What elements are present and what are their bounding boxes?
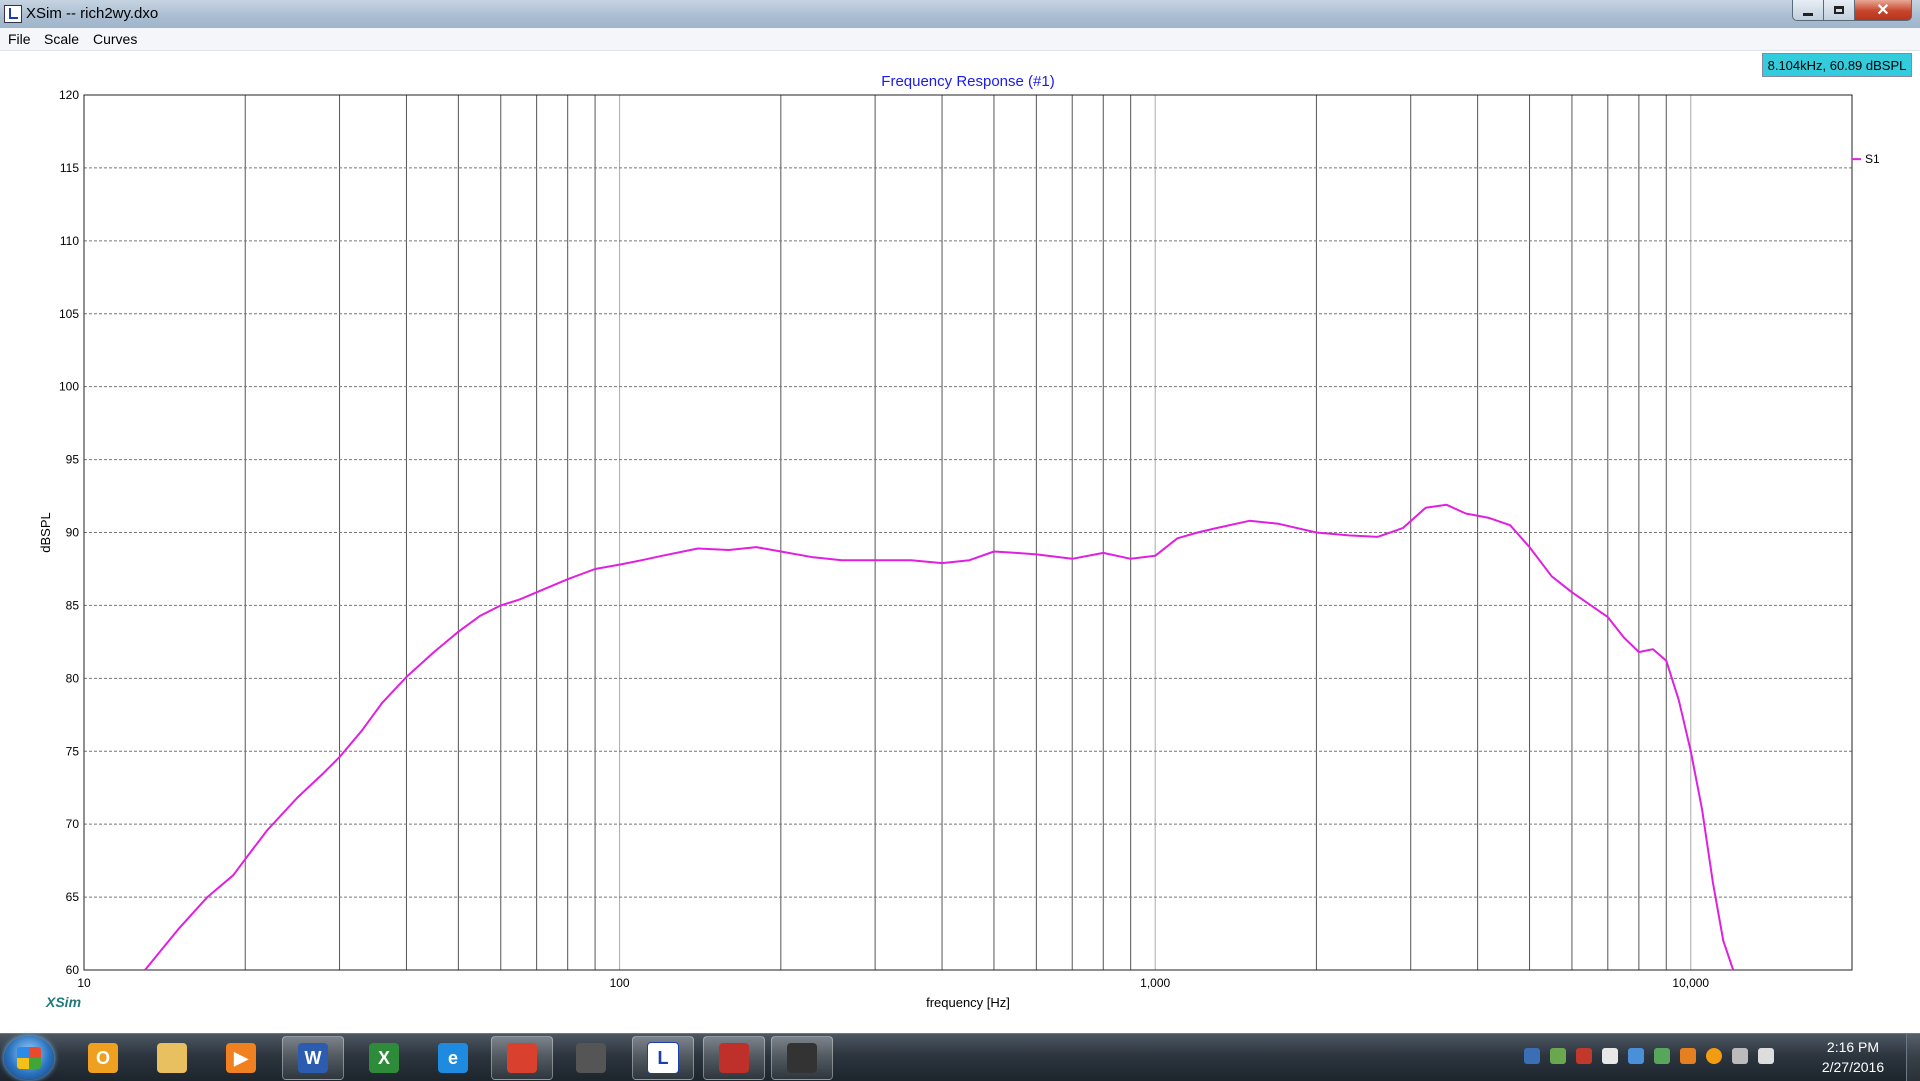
y-tick-label: 80	[66, 671, 80, 685]
taskbar: O ▶ W Xe L 2:16 PM 2/27/2016	[0, 1033, 1920, 1081]
series-line-S1	[144, 503, 1735, 971]
x-tick-label: 10	[77, 976, 91, 990]
plot-area[interactable]: 60 65 70 75 80 85 90 95 100 105 110 115 120 10 100 1,00…	[0, 51, 1920, 1033]
x-tick-label: 100	[610, 976, 630, 990]
action-center-flag-icon[interactable]	[1602, 1048, 1618, 1064]
taskbar-red-app-button[interactable]	[703, 1036, 765, 1080]
xsim-app-icon[interactable]	[4, 5, 22, 23]
chart-title: Frequency Response (#1)	[881, 73, 1054, 90]
minimize-button[interactable]	[1792, 0, 1824, 21]
y-tick-label: 115	[60, 161, 79, 175]
clock-time[interactable]: 2:16 PM	[1808, 1039, 1898, 1055]
y-tick-label: 110	[60, 234, 79, 248]
menu-curves[interactable]: Curves	[93, 31, 137, 47]
taskbar-excel-button[interactable]: X	[353, 1036, 415, 1080]
tray-green-icon[interactable]	[1654, 1048, 1670, 1064]
restore-button[interactable]	[1823, 0, 1855, 21]
y-tick-label: 60	[66, 963, 80, 977]
pdf-tray-icon[interactable]	[1576, 1048, 1592, 1064]
taskbar-multicolor-app-button[interactable]	[771, 1036, 833, 1080]
explorer-icon	[157, 1043, 187, 1073]
xsim-logo: XSim	[46, 994, 82, 1010]
taskbar-chrome-button[interactable]	[491, 1036, 553, 1080]
frequency-response-chart[interactable]: 60 65 70 75 80 85 90 95 100 105 110 115 120 10 100 1,00…	[0, 51, 1920, 1033]
taskbar-speaker-app-button[interactable]	[560, 1036, 622, 1080]
monitor-icon[interactable]	[1758, 1048, 1774, 1064]
start-button[interactable]	[4, 1036, 54, 1080]
restore-icon	[1834, 6, 1844, 14]
taskbar-outlook-button[interactable]: O	[72, 1036, 134, 1080]
y-tick-label: 85	[66, 598, 80, 612]
xsim-icon: L	[647, 1042, 679, 1074]
y-tick-label: 120	[59, 88, 79, 102]
excel-icon: X	[369, 1043, 399, 1073]
y-tick-label: 100	[59, 380, 79, 394]
taskbar-xsim-button[interactable]: L	[632, 1036, 694, 1080]
media-player-icon: ▶	[226, 1043, 256, 1073]
y-tick-label: 95	[66, 453, 80, 467]
x-tick-label: 1,000	[1140, 976, 1170, 990]
show-desktop-button[interactable]	[1906, 1034, 1920, 1081]
close-button[interactable]: ✕	[1854, 0, 1912, 21]
x-axis-label: frequency [Hz]	[926, 995, 1010, 1010]
red-app-icon	[719, 1043, 749, 1073]
y-axis-label: dBSPL	[38, 512, 53, 552]
chrome-icon	[507, 1043, 537, 1073]
legend-label: S1	[1865, 152, 1880, 166]
tray-app-icon[interactable]	[1550, 1048, 1566, 1064]
network-icon[interactable]	[1524, 1048, 1540, 1064]
tray-circle-icon[interactable]	[1706, 1048, 1722, 1064]
taskbar-internet-explorer-button[interactable]: e	[422, 1036, 484, 1080]
close-icon: ✕	[1876, 2, 1890, 19]
y-tick-label: 90	[66, 526, 80, 540]
y-tick-label: 75	[66, 744, 80, 758]
x-tick-label: 10,000	[1672, 976, 1709, 990]
display-icon[interactable]	[1628, 1048, 1644, 1064]
internet-explorer-icon: e	[438, 1043, 468, 1073]
outlook-icon: O	[88, 1043, 118, 1073]
taskbar-explorer-button[interactable]	[141, 1036, 203, 1080]
windows-logo-icon	[17, 1047, 41, 1069]
title-bar: XSim -- rich2wy.dxo ✕	[0, 0, 1920, 28]
speaker-app-icon	[576, 1043, 606, 1073]
menu-bar: File Scale Curves	[0, 28, 1920, 51]
window-title: XSim -- rich2wy.dxo	[26, 5, 159, 22]
clock-date[interactable]: 2/27/2016	[1808, 1059, 1898, 1075]
minimize-icon	[1803, 12, 1813, 16]
y-tick-label: 65	[66, 890, 80, 904]
y-tick-label: 70	[66, 817, 80, 831]
taskbar-media-player-button[interactable]: ▶	[210, 1036, 272, 1080]
word-icon: W	[298, 1043, 328, 1073]
cursor-readout: 8.104kHz, 60.89 dBSPL	[1762, 53, 1912, 77]
taskbar-word-button[interactable]: W	[282, 1036, 344, 1080]
y-tick-label: 105	[59, 307, 79, 321]
menu-scale[interactable]: Scale	[44, 31, 79, 47]
volume-muted-icon[interactable]	[1732, 1048, 1748, 1064]
menu-file[interactable]: File	[8, 31, 31, 47]
multicolor-app-icon	[787, 1043, 817, 1073]
tray-orange-icon[interactable]	[1680, 1048, 1696, 1064]
